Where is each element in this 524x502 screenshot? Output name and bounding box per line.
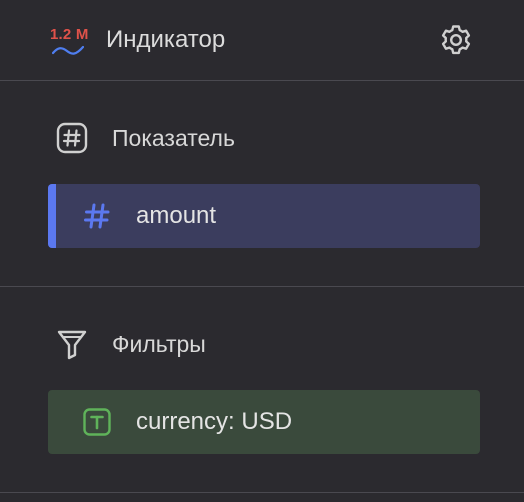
- panel-header: 1.2 M Индикатор: [0, 0, 524, 80]
- edge-divider: [0, 492, 8, 493]
- edge-divider: [0, 80, 8, 81]
- edge-divider: [0, 286, 8, 287]
- filter-field-label: currency: USD: [136, 408, 293, 435]
- section-divider: [8, 286, 524, 287]
- funnel-icon: [56, 328, 88, 360]
- indicator-logo-text: 1.2 M: [50, 26, 89, 43]
- gear-icon[interactable]: [438, 22, 474, 58]
- section-title-filters: Фильтры: [112, 331, 206, 357]
- text-type-icon: [82, 407, 112, 437]
- filter-field-chip[interactable]: currency: USD: [48, 390, 480, 454]
- header-divider: [8, 80, 524, 81]
- section-title-measure: Показатель: [112, 125, 235, 151]
- indicator-chart-icon: 1.2 M: [50, 26, 96, 60]
- measure-field-chip[interactable]: amount: [48, 184, 480, 248]
- bottom-divider: [8, 492, 524, 493]
- panel-title: Индикатор: [106, 26, 226, 53]
- wave-icon: [52, 45, 84, 55]
- measure-field-label: amount: [136, 202, 217, 229]
- hash-icon: [82, 201, 112, 231]
- hash-square-icon: [56, 122, 88, 154]
- chip-accent-bar: [48, 184, 56, 248]
- visualization-panel: 1.2 M Индикатор Показатель amount Фильтр…: [0, 0, 524, 502]
